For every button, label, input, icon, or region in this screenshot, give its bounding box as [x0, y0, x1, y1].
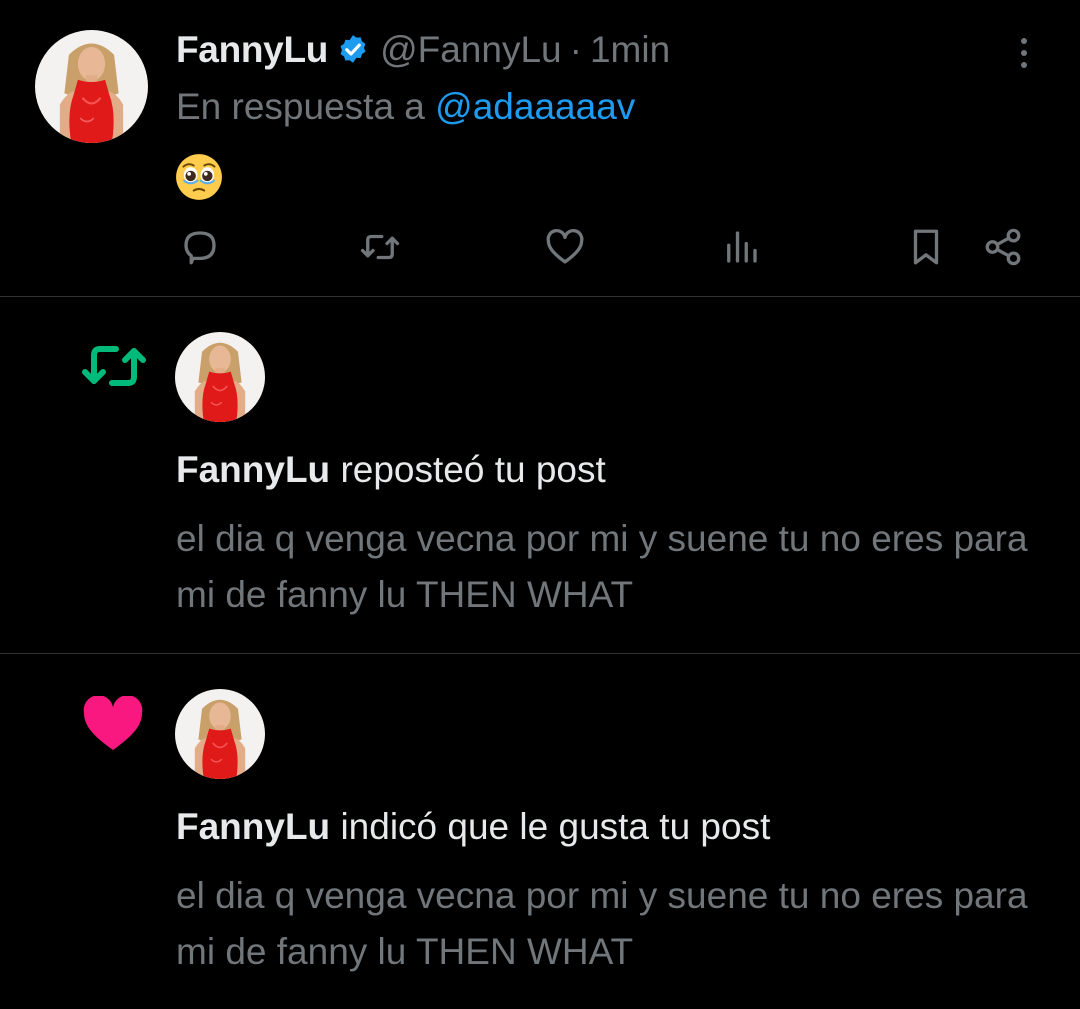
- avatar[interactable]: [35, 30, 148, 143]
- author-name[interactable]: FannyLu: [176, 29, 328, 71]
- notification-like[interactable]: FannyLu indicó que le gusta tu post el d…: [0, 654, 1080, 1009]
- separator-dot: ·: [569, 29, 582, 70]
- tweet-header: FannyLu @FannyLu · 1min: [176, 28, 670, 72]
- reply-tweet[interactable]: FannyLu @FannyLu · 1min En respuesta a @…: [0, 0, 1080, 297]
- more-options-icon[interactable]: [1006, 33, 1042, 73]
- avatar[interactable]: [175, 689, 265, 779]
- avatar[interactable]: [175, 332, 265, 422]
- notification-action: reposteó tu post: [340, 449, 606, 490]
- like-icon[interactable]: [542, 224, 588, 270]
- actor-name[interactable]: FannyLu: [176, 806, 330, 847]
- reply-prefix: En respuesta a: [176, 86, 425, 127]
- post-preview: el dia q venga vecna por mi y suene tu n…: [176, 518, 1028, 615]
- views-icon[interactable]: [718, 224, 764, 270]
- heart-icon: [82, 696, 144, 752]
- reply-mention-link[interactable]: @adaaaaav: [435, 86, 635, 127]
- author-handle[interactable]: @FannyLu: [380, 29, 562, 71]
- verified-badge-icon: [336, 33, 370, 67]
- bookmark-icon[interactable]: [903, 224, 949, 270]
- pleading-face-emoji: [174, 152, 224, 202]
- notification-repost[interactable]: FannyLu reposteó tu post el dia q venga …: [0, 297, 1080, 654]
- tweet-time[interactable]: 1min: [590, 29, 670, 71]
- notification-title: FannyLu reposteó tu post: [176, 449, 606, 491]
- reply-context: En respuesta a @adaaaaav: [176, 86, 635, 128]
- post-preview: el dia q venga vecna por mi y suene tu n…: [176, 875, 1028, 972]
- notifications-page: FannyLu @FannyLu · 1min En respuesta a @…: [0, 0, 1080, 1009]
- actor-name[interactable]: FannyLu: [176, 449, 330, 490]
- notification-action: indicó que le gusta tu post: [340, 806, 771, 847]
- repost-icon: [80, 337, 148, 395]
- repost-icon[interactable]: [357, 224, 403, 270]
- share-icon[interactable]: [980, 224, 1026, 270]
- notification-title: FannyLu indicó que le gusta tu post: [176, 806, 770, 848]
- reply-icon[interactable]: [177, 224, 223, 270]
